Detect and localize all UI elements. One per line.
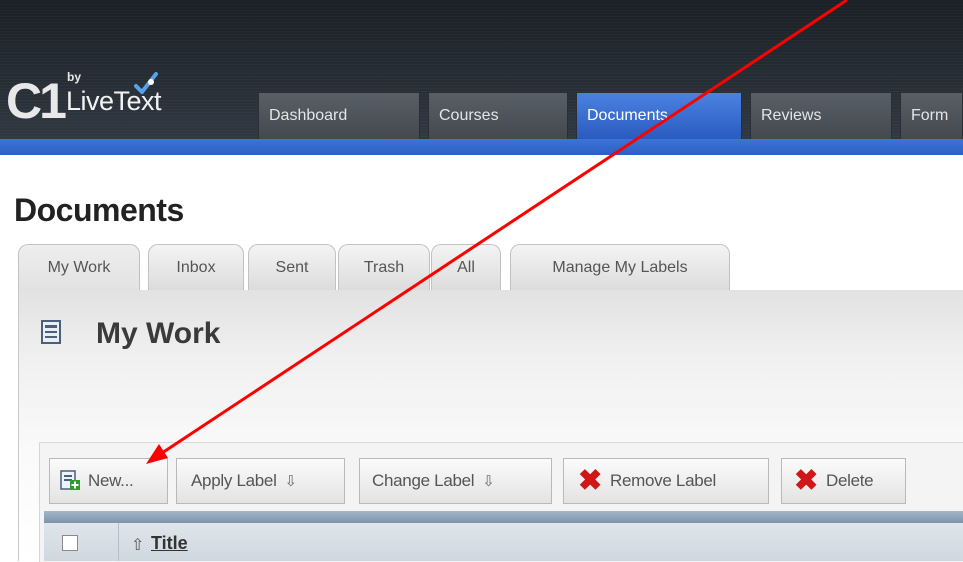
document-icon [41, 320, 61, 344]
select-all-checkbox[interactable] [62, 535, 78, 551]
new-document-icon [60, 470, 80, 490]
delete-x-icon: ✖ [794, 464, 818, 497]
logo-swoosh-icon [134, 72, 158, 94]
dropdown-arrow-icon: ⇩ [482, 473, 495, 490]
dropdown-arrow-icon: ⇩ [284, 473, 298, 490]
tab-label: Reviews [761, 107, 822, 124]
section-title: My Work [96, 317, 221, 350]
tab-label: Form [911, 107, 949, 124]
subtab-inbox[interactable]: Inbox [148, 244, 244, 290]
subtab-label: Manage My Labels [552, 259, 688, 276]
sort-up-icon[interactable]: ⇧ [131, 535, 144, 555]
change-label-button[interactable]: Change Label ⇩ [359, 458, 552, 504]
apply-label-button[interactable]: Apply Label ⇩ [176, 458, 345, 504]
tab-documents[interactable]: Documents [576, 92, 742, 139]
logo-by-text: by [67, 70, 82, 84]
subtab-label: Inbox [176, 259, 216, 276]
tab-reviews[interactable]: Reviews [750, 92, 892, 139]
logo-mark: C1 [6, 73, 67, 129]
app-logo[interactable]: C1 by LiveText [4, 68, 194, 138]
subtab-label: My Work [47, 259, 111, 276]
change-label-text: Change Label [372, 471, 475, 490]
tab-label: Dashboard [269, 107, 348, 124]
subtab-label: Trash [363, 259, 405, 276]
subtab-my-work[interactable]: My Work [18, 244, 140, 290]
nav-underline [0, 139, 963, 155]
tab-label: Documents [587, 107, 668, 124]
table-top-bar [44, 511, 963, 523]
tab-courses[interactable]: Courses [428, 92, 568, 139]
remove-label-text: Remove Label [610, 471, 717, 490]
subtab-trash[interactable]: Trash [338, 244, 430, 290]
page-title: Documents [14, 192, 184, 228]
column-divider [118, 523, 119, 561]
subtab-label: Sent [275, 259, 309, 276]
remove-label-button[interactable]: ✖ Remove Label [563, 458, 769, 504]
column-header-title[interactable]: Title [151, 533, 188, 554]
subtab-label: All [457, 259, 475, 276]
tab-dashboard[interactable]: Dashboard [258, 92, 420, 139]
tab-forms[interactable]: Form [900, 92, 963, 139]
new-button[interactable]: New... [49, 458, 168, 504]
subtab-sent[interactable]: Sent [248, 244, 336, 290]
remove-x-icon: ✖ [578, 464, 602, 497]
apply-label-text: Apply Label [191, 471, 277, 490]
delete-button-label: Delete [826, 471, 874, 490]
new-button-label: New... [88, 471, 134, 490]
delete-button[interactable]: ✖ Delete [781, 458, 906, 504]
subtab-manage-labels[interactable]: Manage My Labels [510, 244, 730, 290]
tab-label: Courses [439, 107, 499, 124]
subtab-all[interactable]: All [431, 244, 501, 290]
